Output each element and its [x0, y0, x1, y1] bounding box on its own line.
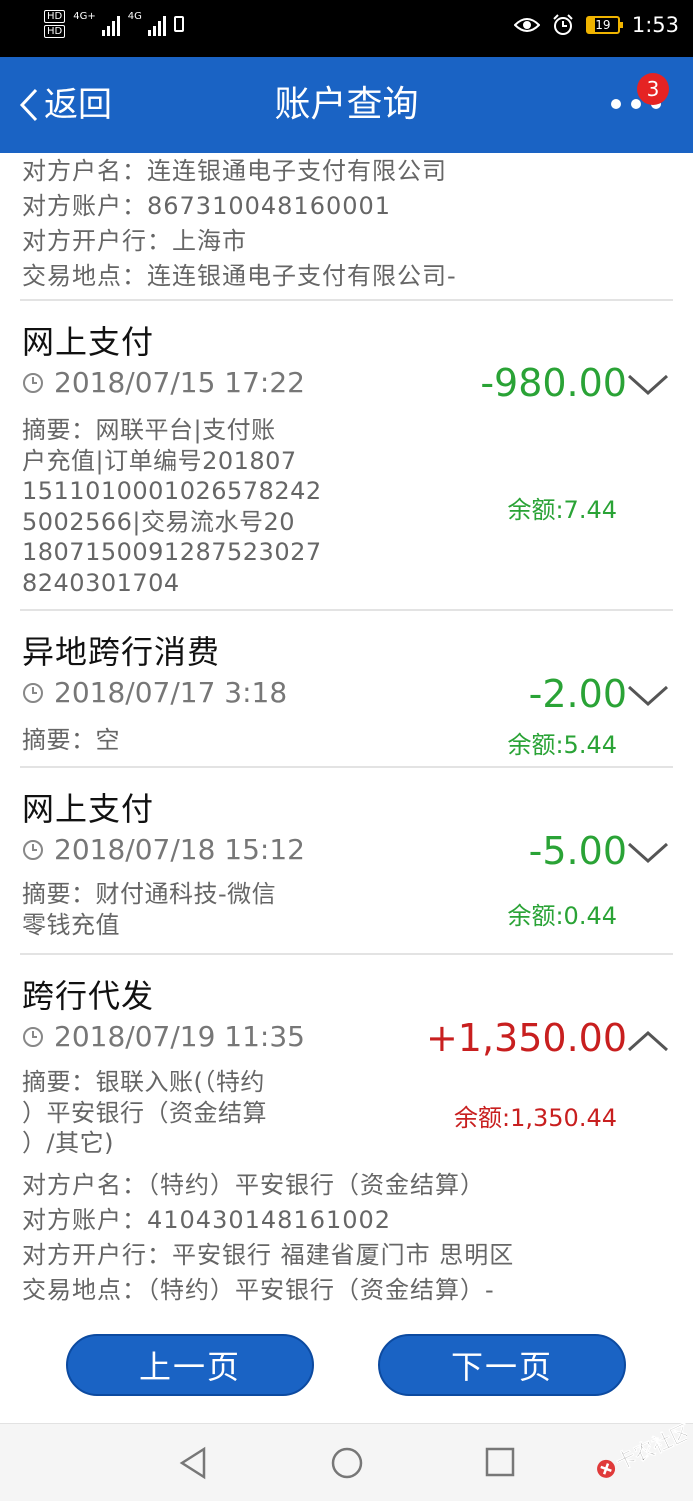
more-dot	[631, 99, 641, 109]
counterparty-account: 对方账户：410430148161002	[22, 1206, 392, 1234]
memo-line: 摘要：空	[22, 726, 120, 754]
home-circle-icon[interactable]	[330, 1446, 364, 1480]
memo-line: 1807150091287523027	[22, 538, 322, 566]
clock-icon	[23, 682, 43, 703]
chevron-down-icon[interactable]	[627, 373, 669, 397]
sim-icon	[173, 16, 184, 32]
transaction-time-text: 2018/07/18 15:12	[54, 833, 305, 866]
transaction-location: 交易地点：（特约）平安银行（资金结算）-	[22, 1276, 495, 1304]
memo-line: 摘要：网联平台|支付账	[22, 416, 276, 444]
more-dots-icon	[611, 99, 621, 109]
memo-line: ）/其它)	[22, 1129, 114, 1157]
transaction-time-text: 2018/07/19 11:35	[54, 1020, 305, 1053]
memo-line: 摘要：银联入账(（特约	[22, 1068, 265, 1096]
alarm-icon	[553, 14, 573, 35]
page-title: 账户查询	[274, 84, 419, 125]
transaction-amount: -5.00	[528, 829, 627, 873]
transaction-location: 交易地点：连连银通电子支付有限公司-	[22, 262, 457, 290]
chevron-down-icon[interactable]	[627, 684, 669, 708]
counterparty-account: 对方账户：867310048160001	[22, 192, 392, 220]
transaction-time: 2018/07/15 17:22	[22, 366, 305, 399]
clock-time: 1:53	[631, 13, 679, 37]
memo-line: 摘要：财付通科技-微信	[22, 880, 277, 908]
transaction-amount: -980.00	[480, 361, 627, 405]
next-page-button[interactable]: 下一页	[378, 1334, 626, 1396]
notification-badge: 3	[637, 73, 669, 105]
counterparty-name: 对方户名：连连银通电子支付有限公司	[22, 157, 447, 185]
divider	[20, 609, 673, 611]
transaction-time: 2018/07/18 15:12	[22, 833, 305, 866]
clock-icon	[23, 839, 43, 860]
transaction-balance: 余额:7.44	[507, 496, 617, 524]
transaction-memo: 摘要：银联入账(（特约 ）平安银行（资金结算 ）/其它)	[22, 1067, 267, 1159]
transaction-memo: 摘要：财付通科技-微信 零钱充值	[22, 879, 276, 940]
chevron-up-icon[interactable]	[627, 1029, 669, 1053]
transaction-title: 跨行代发	[22, 977, 155, 1015]
memo-line: 8240301704	[22, 568, 180, 597]
memo-line: 户充值|订单编号201807	[22, 446, 297, 475]
memo-line: 零钱充值	[22, 910, 120, 939]
nav-bar: 返回 账户查询 3	[0, 57, 693, 153]
memo-line: ）平安银行（资金结算	[22, 1098, 267, 1127]
divider	[20, 766, 673, 768]
transaction-title: 网上支付	[22, 323, 155, 361]
status-bar: HD HD 4G+ 4G 19 1:53	[0, 0, 693, 57]
transaction-balance: 余额:0.44	[507, 902, 617, 930]
divider	[20, 299, 673, 301]
clock-icon	[23, 1026, 43, 1047]
transaction-title: 异地跨行消费	[22, 633, 221, 671]
transaction-title: 网上支付	[22, 790, 155, 828]
transaction-time-text: 2018/07/15 17:22	[54, 366, 305, 399]
watermark-text: 卡农社区	[612, 1419, 687, 1475]
hd-indicator: HD	[44, 10, 66, 23]
counterparty-bank: 对方开户行：上海市	[22, 227, 247, 255]
counterparty-name: 对方户名：（特约）平安银行（资金结算）	[22, 1171, 485, 1199]
hd-indicator-2: HD	[44, 25, 66, 38]
transaction-time: 2018/07/17 3:18	[22, 676, 287, 709]
transaction-memo: 摘要：空	[22, 725, 120, 756]
network-type-label: 4G+	[73, 10, 96, 22]
transaction-list[interactable]: 对方户名：连连银通电子支付有限公司 对方账户：867310048160001 对…	[0, 153, 693, 1423]
transaction-balance: 余额:1,350.44	[454, 1104, 617, 1132]
transaction-memo: 摘要：网联平台|支付账 户充值|订单编号201807 1511010001026…	[22, 415, 322, 598]
watermark-logo: 卡农社区	[597, 1419, 687, 1478]
memo-line: 1511010001026578242	[22, 477, 322, 505]
network-type-label-2: 4G	[127, 10, 142, 22]
clock-icon	[23, 372, 43, 393]
transaction-amount: -2.00	[528, 672, 627, 716]
eye-icon	[513, 18, 540, 32]
back-triangle-icon[interactable]	[178, 1446, 208, 1480]
recents-square-icon[interactable]	[484, 1446, 516, 1478]
transaction-time: 2018/07/19 11:35	[22, 1020, 305, 1053]
signal-icon-2	[147, 12, 166, 36]
counterparty-bank: 对方开户行：平安银行 福建省厦门市 思明区	[22, 1241, 515, 1269]
prev-page-button[interactable]: 上一页	[66, 1334, 314, 1396]
divider	[20, 953, 673, 955]
transaction-balance: 余额:5.44	[507, 731, 617, 759]
signal-icon	[101, 12, 120, 36]
memo-line: 5002566|交易流水号20	[22, 507, 296, 536]
battery-icon: 19	[585, 16, 623, 34]
battery-level: 19	[595, 18, 611, 32]
transaction-amount: +1,350.00	[425, 1016, 627, 1060]
chevron-down-icon[interactable]	[627, 841, 669, 865]
transaction-time-text: 2018/07/17 3:18	[54, 676, 288, 709]
